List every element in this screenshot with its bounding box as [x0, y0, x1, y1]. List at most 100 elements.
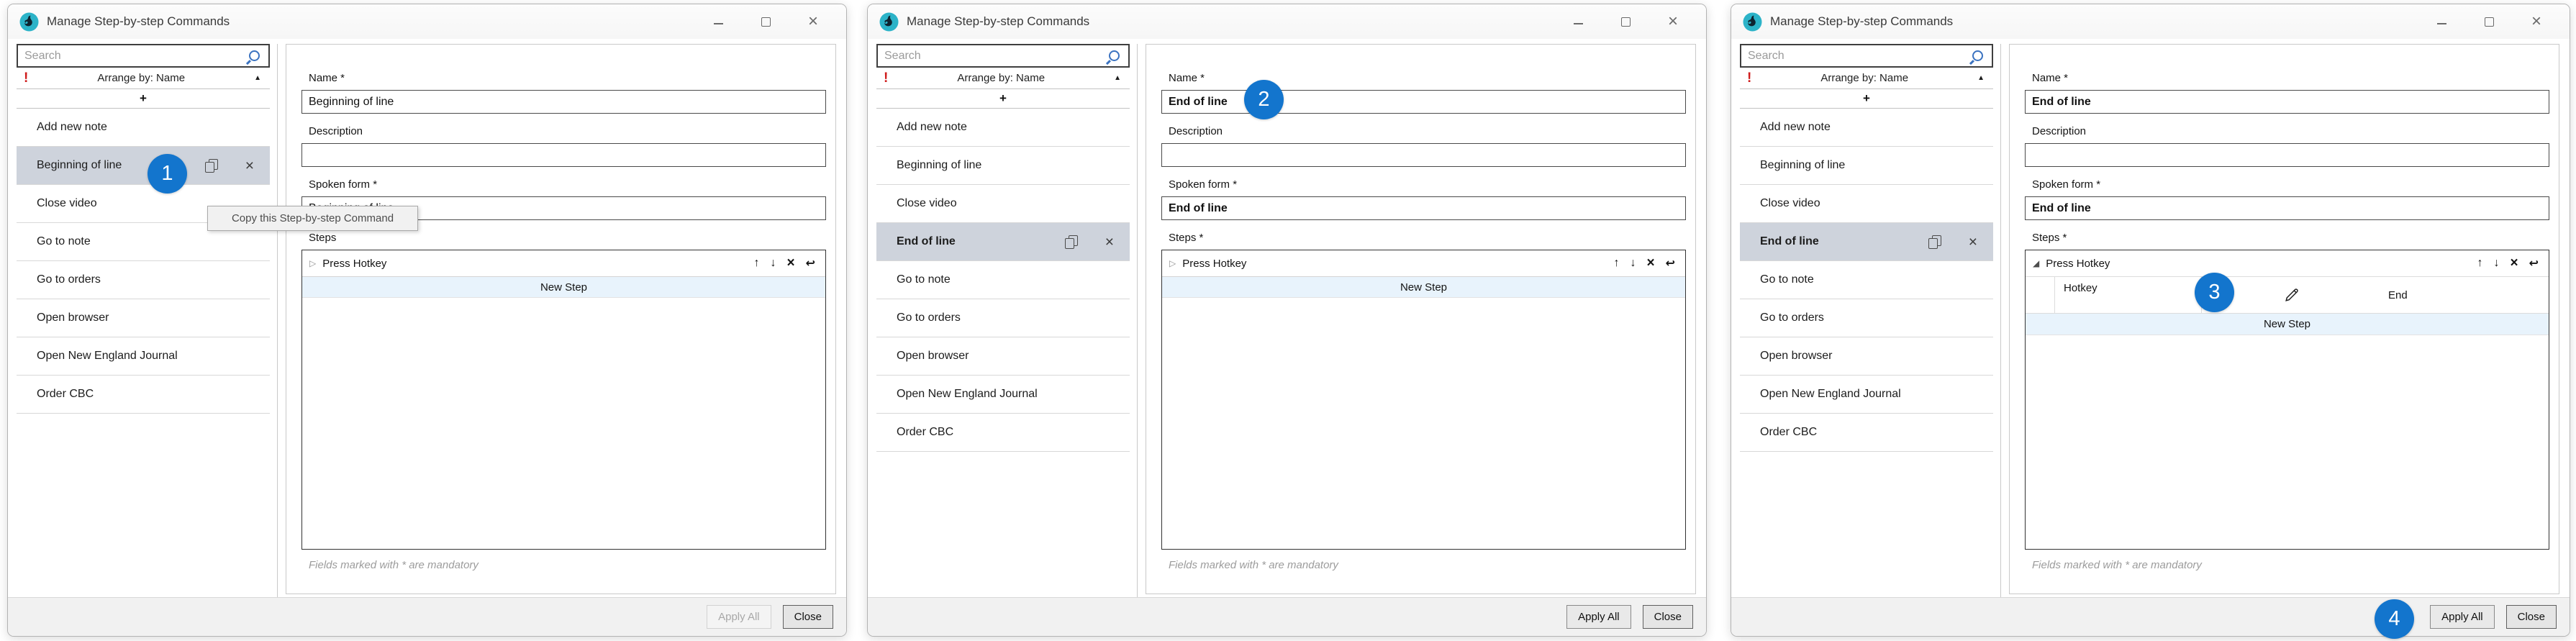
delete-command-icon[interactable]: × [1969, 235, 1977, 250]
expander-icon[interactable]: ▷ [1169, 258, 1176, 268]
search-input[interactable] [1748, 50, 1972, 63]
search-icon[interactable] [249, 50, 260, 61]
copy-command-icon[interactable] [1928, 235, 1940, 248]
list-item[interactable]: Go to orders [17, 261, 270, 299]
list-item-selected[interactable]: Beginning of line × [17, 147, 270, 185]
minimize-button[interactable] [1572, 16, 1584, 27]
list-item[interactable]: Open browser [17, 299, 270, 337]
undo-step-icon[interactable]: ↩ [1666, 256, 1675, 271]
description-input[interactable] [301, 143, 826, 167]
list-item[interactable]: Add new note [17, 109, 270, 147]
new-step-button[interactable]: New Step [2026, 314, 2549, 335]
list-item[interactable]: Order CBC [17, 376, 270, 414]
spoken-form-label: Spoken form * [309, 178, 835, 191]
add-command-button[interactable]: + [876, 89, 1130, 109]
list-item-selected[interactable]: End of line × [1740, 223, 1993, 261]
close-dialog-button[interactable]: Close [783, 605, 833, 629]
move-step-up-icon[interactable]: ↑ [753, 257, 759, 270]
move-step-down-icon[interactable]: ↓ [2493, 257, 2499, 270]
search-icon[interactable] [1109, 50, 1120, 61]
close-dialog-button[interactable]: Close [2506, 605, 2557, 629]
list-item[interactable]: Go to note [1740, 261, 1993, 299]
step-row-press-hotkey[interactable]: ▷ Press Hotkey ↑ ↓ × ↩ [302, 250, 825, 276]
close-window-icon[interactable]: × [2531, 16, 2542, 27]
search-input[interactable] [24, 50, 249, 63]
arrange-bar[interactable]: ! Arrange by: Name ▲ [17, 68, 270, 89]
close-window-icon[interactable]: × [807, 16, 819, 27]
delete-command-icon[interactable]: × [245, 158, 254, 173]
collapse-list-icon[interactable]: ▲ [254, 74, 261, 82]
edit-hotkey-icon[interactable] [2282, 286, 2300, 304]
description-input[interactable] [2025, 143, 2549, 167]
delete-step-icon[interactable]: × [2510, 255, 2518, 271]
dragon-app-icon [1743, 12, 1762, 32]
minimize-button[interactable] [2436, 16, 2447, 27]
close-dialog-button[interactable]: Close [1643, 605, 1693, 629]
list-item[interactable]: Beginning of line [1740, 147, 1993, 185]
move-step-up-icon[interactable]: ↑ [2477, 257, 2482, 270]
list-item-selected[interactable]: End of line × [876, 223, 1130, 261]
maximize-button[interactable] [760, 16, 771, 27]
command-list: Add new note Beginning of line × Close v… [17, 109, 270, 414]
delete-step-icon[interactable]: × [786, 255, 794, 271]
undo-step-icon[interactable]: ↩ [2529, 256, 2539, 271]
list-item[interactable]: Close video [876, 185, 1130, 223]
list-item[interactable]: Go to orders [876, 299, 1130, 337]
name-input[interactable] [301, 90, 826, 114]
step-row-press-hotkey[interactable]: ▷ Press Hotkey ↑ ↓ × ↩ [1162, 250, 1685, 276]
move-step-up-icon[interactable]: ↑ [1613, 257, 1619, 270]
list-item[interactable]: Add new note [876, 109, 1130, 147]
maximize-button[interactable] [2483, 16, 2495, 27]
expander-icon[interactable]: ▷ [309, 258, 316, 268]
step-row-press-hotkey[interactable]: ◢ Press Hotkey ↑ ↓ × ↩ [2026, 250, 2549, 276]
window-title: Manage Step-by-step Commands [47, 14, 230, 29]
list-item[interactable]: Open New England Journal [876, 376, 1130, 414]
minimize-button[interactable] [712, 16, 724, 27]
list-item[interactable]: Order CBC [1740, 414, 1993, 452]
undo-step-icon[interactable]: ↩ [806, 256, 815, 271]
hotkey-param-cell[interactable]: Hotkey [2054, 276, 2202, 314]
list-item[interactable]: Go to note [876, 261, 1130, 299]
list-item[interactable]: Beginning of line [876, 147, 1130, 185]
name-input[interactable] [1161, 90, 1686, 114]
arrange-bar[interactable]: ! Arrange by: Name ▲ [1740, 68, 1993, 89]
search-icon[interactable] [1972, 50, 1983, 61]
spoken-form-input[interactable] [2025, 196, 2549, 220]
maximize-button[interactable] [1620, 16, 1631, 27]
collapse-list-icon[interactable]: ▲ [1114, 74, 1121, 82]
list-item[interactable]: Open New England Journal [1740, 376, 1993, 414]
list-item[interactable]: Close video [1740, 185, 1993, 223]
search-input[interactable] [884, 50, 1109, 63]
arrange-bar[interactable]: ! Arrange by: Name ▲ [876, 68, 1130, 89]
new-step-button[interactable]: New Step [1162, 276, 1685, 298]
move-step-down-icon[interactable]: ↓ [1630, 257, 1636, 270]
list-item[interactable]: Open browser [876, 337, 1130, 376]
window-content: ! Arrange by: Name ▲ + Add new note Begi… [868, 39, 1706, 597]
titlebar[interactable]: Manage Step-by-step Commands × [868, 4, 1706, 39]
list-item[interactable]: Open browser [1740, 337, 1993, 376]
list-item[interactable]: Go to orders [1740, 299, 1993, 337]
apply-all-button[interactable]: Apply All [707, 605, 771, 629]
list-item[interactable]: Open New England Journal [17, 337, 270, 376]
expander-icon[interactable]: ◢ [2033, 258, 2039, 268]
delete-command-icon[interactable]: × [1105, 235, 1114, 250]
delete-step-icon[interactable]: × [1646, 255, 1654, 271]
copy-command-icon[interactable] [1065, 235, 1076, 248]
list-item[interactable]: Add new note [1740, 109, 1993, 147]
copy-command-icon[interactable] [205, 159, 217, 172]
list-item[interactable]: Order CBC [876, 414, 1130, 452]
close-window-icon[interactable]: × [1667, 16, 1679, 27]
name-input[interactable] [2025, 90, 2549, 114]
add-command-button[interactable]: + [17, 89, 270, 109]
spoken-form-input[interactable] [1161, 196, 1686, 220]
titlebar[interactable]: Manage Step-by-step Commands × [1731, 4, 2570, 39]
apply-all-button[interactable]: Apply All [1566, 605, 1631, 629]
new-step-button[interactable]: New Step [302, 276, 825, 298]
move-step-down-icon[interactable]: ↓ [770, 257, 776, 270]
collapse-list-icon[interactable]: ▲ [1977, 74, 1985, 82]
add-command-button[interactable]: + [1740, 89, 1993, 109]
description-input[interactable] [1161, 143, 1686, 167]
titlebar[interactable]: Manage Step-by-step Commands × [8, 4, 846, 39]
apply-all-button[interactable]: Apply All [2430, 605, 2495, 629]
step-title: Press Hotkey [1182, 258, 1246, 270]
